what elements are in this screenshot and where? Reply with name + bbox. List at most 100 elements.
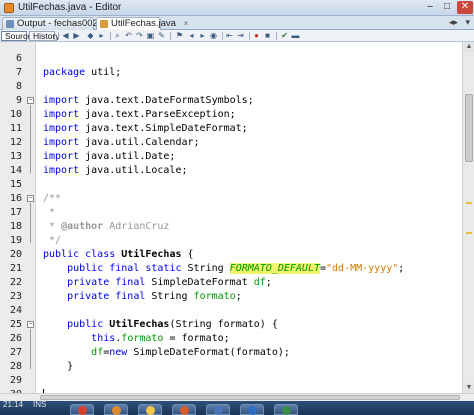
find-previous-icon[interactable]: ↶ (124, 32, 133, 40)
last-edit-icon[interactable]: ◆ (86, 32, 95, 40)
line-number: 10 (9, 109, 22, 120)
vertical-scroll-thumb[interactable] (465, 94, 473, 162)
code-line[interactable]: * @author AdrianCruz (43, 220, 169, 234)
previous-bookmark-icon[interactable]: ◂ (187, 32, 196, 40)
code-editor[interactable]: 6 7 8 9 10 11 12 13 14 15 16 17 18 19 20 21 22 23 24 25 26 27… (0, 42, 462, 400)
code-line[interactable]: private final SimpleDateFormat df; (43, 276, 272, 290)
code-line[interactable]: /** (43, 192, 61, 206)
code-token: java.text.SimpleDateFormat; (79, 123, 248, 134)
source-button[interactable]: Source (1, 31, 32, 41)
line-number: 19 (9, 235, 22, 246)
line-number: 21 (9, 263, 22, 274)
code-line[interactable]: public UtilFechas(String formato) { (43, 318, 278, 332)
code-token: new (109, 347, 134, 358)
toggle-highlight-icon[interactable]: ✎ (157, 32, 166, 40)
taskbar-chrome-icon[interactable] (70, 404, 94, 415)
tab-utilfechas-java[interactable]: UtilFechas.java × (96, 17, 188, 30)
code-line[interactable]: import java.text.ParseException; (43, 108, 236, 122)
status-and-taskbar: 21:14 INS (0, 400, 474, 415)
vertical-scrollbar[interactable]: ▲ ▼ (462, 42, 474, 393)
tab-list-menu-icon[interactable]: ▾ (465, 17, 470, 28)
fold-toggle-icon[interactable]: − (27, 321, 34, 328)
code-token: ; (235, 291, 242, 302)
stop-macro-icon[interactable]: ■ (263, 32, 272, 40)
taskbar-app2-icon[interactable] (274, 404, 298, 415)
close-window-button[interactable]: ✕ (457, 1, 473, 14)
code-line[interactable]: package util; (43, 66, 121, 80)
code-token: private final (67, 291, 152, 302)
find-icon[interactable]: ⌕ (113, 32, 122, 40)
line-number-gutter: 6 7 8 9 10 11 12 13 14 15 16 17 18 19 20 21 22 23 24 25 26 27… (0, 42, 36, 400)
taskbar-java-icon[interactable] (172, 404, 196, 415)
code-line[interactable]: public final static String FORMATO_DEFAU… (43, 262, 404, 276)
code-line[interactable]: import java.text.SimpleDateFormat; (43, 122, 248, 136)
code-token: java.util.Locale; (79, 165, 188, 176)
error-stripe-marker[interactable] (466, 232, 472, 234)
shift-right-icon[interactable]: ⇥ (236, 32, 245, 40)
record-macro-icon[interactable]: ● (252, 32, 261, 40)
code-token: SimpleDateFormat (151, 277, 254, 288)
code-token: * (43, 221, 62, 232)
taskbar-app-icon[interactable] (206, 404, 230, 415)
history-nav-icon[interactable]: ▸ (97, 32, 106, 40)
taskbar-word-icon[interactable] (240, 404, 264, 415)
code-token: SimpleDateFormat(formato); (133, 347, 290, 358)
word-icon (248, 406, 257, 415)
horizontal-scroll-thumb[interactable] (40, 395, 460, 400)
code-line[interactable]: */ (43, 234, 61, 248)
code-area[interactable]: package util; import java.text.DateFormat… (38, 42, 462, 393)
window-title: UtilFechas.java - Editor (18, 2, 122, 13)
uncomment-icon[interactable]: ▬ (291, 32, 300, 40)
code-line[interactable]: df=new SimpleDateFormat(formato); (43, 346, 290, 360)
tab-file-close-icon[interactable]: × (184, 18, 189, 30)
error-stripe-marker[interactable] (466, 202, 472, 204)
taskbar-explorer-icon[interactable] (138, 404, 162, 415)
forward-icon[interactable]: ▶ (72, 32, 81, 40)
code-line[interactable]: public class UtilFechas { (43, 248, 194, 262)
code-token: formato (193, 291, 236, 302)
shift-left-icon[interactable]: ⇤ (225, 32, 234, 40)
code-token: package (43, 67, 86, 78)
fold-guide (30, 329, 31, 369)
fold-toggle-icon[interactable]: − (27, 195, 34, 202)
minimize-button[interactable]: – (422, 1, 438, 14)
code-token: import (43, 151, 80, 162)
toggle-bookmark-icon[interactable]: ⚑ (175, 32, 184, 40)
line-number: 8 (15, 81, 22, 92)
code-token: (String formato) { (169, 319, 278, 330)
history-button[interactable]: History (29, 31, 59, 41)
horizontal-scrollbar[interactable] (0, 393, 474, 401)
code-token: = formato; (163, 333, 230, 344)
taskbar-netbeans-icon[interactable] (104, 404, 128, 415)
line-number: 16 (9, 193, 22, 204)
tab-output[interactable]: Output - fechas002 (clean) × (2, 17, 142, 30)
code-token: String (151, 291, 194, 302)
scroll-up-icon[interactable]: ▲ (464, 42, 474, 52)
code-line[interactable]: import java.util.Calendar; (43, 136, 200, 150)
code-line[interactable]: import java.text.DateFormatSymbols; (43, 94, 254, 108)
code-line[interactable]: import java.util.Date; (43, 150, 175, 164)
scroll-down-icon[interactable]: ▼ (464, 383, 474, 393)
line-number: 13 (9, 151, 22, 162)
code-token: private final (67, 277, 152, 288)
find-selection-icon[interactable]: ▣ (146, 32, 155, 40)
bookmarks-icon[interactable]: ◉ (209, 32, 218, 40)
code-line[interactable]: import java.util.Locale; (43, 164, 188, 178)
code-token: df (91, 347, 104, 358)
next-bookmark-icon[interactable]: ▸ (198, 32, 207, 40)
comment-icon[interactable]: ✔ (280, 32, 289, 40)
find-next-icon[interactable]: ↷ (135, 32, 144, 40)
line-number: 17 (9, 207, 22, 218)
tab-scroll-icon[interactable]: ◂▸ (449, 17, 458, 28)
back-icon[interactable]: ◀ (61, 32, 70, 40)
code-line[interactable]: private final String formato; (43, 290, 242, 304)
code-line[interactable]: * (43, 206, 55, 220)
line-number: 20 (9, 249, 22, 260)
fold-toggle-icon[interactable]: − (27, 97, 34, 104)
code-line[interactable]: this.formato = formato; (43, 332, 230, 346)
maximize-button[interactable]: □ (439, 1, 455, 14)
line-number: 24 (9, 305, 22, 316)
code-line[interactable]: } (43, 360, 73, 374)
